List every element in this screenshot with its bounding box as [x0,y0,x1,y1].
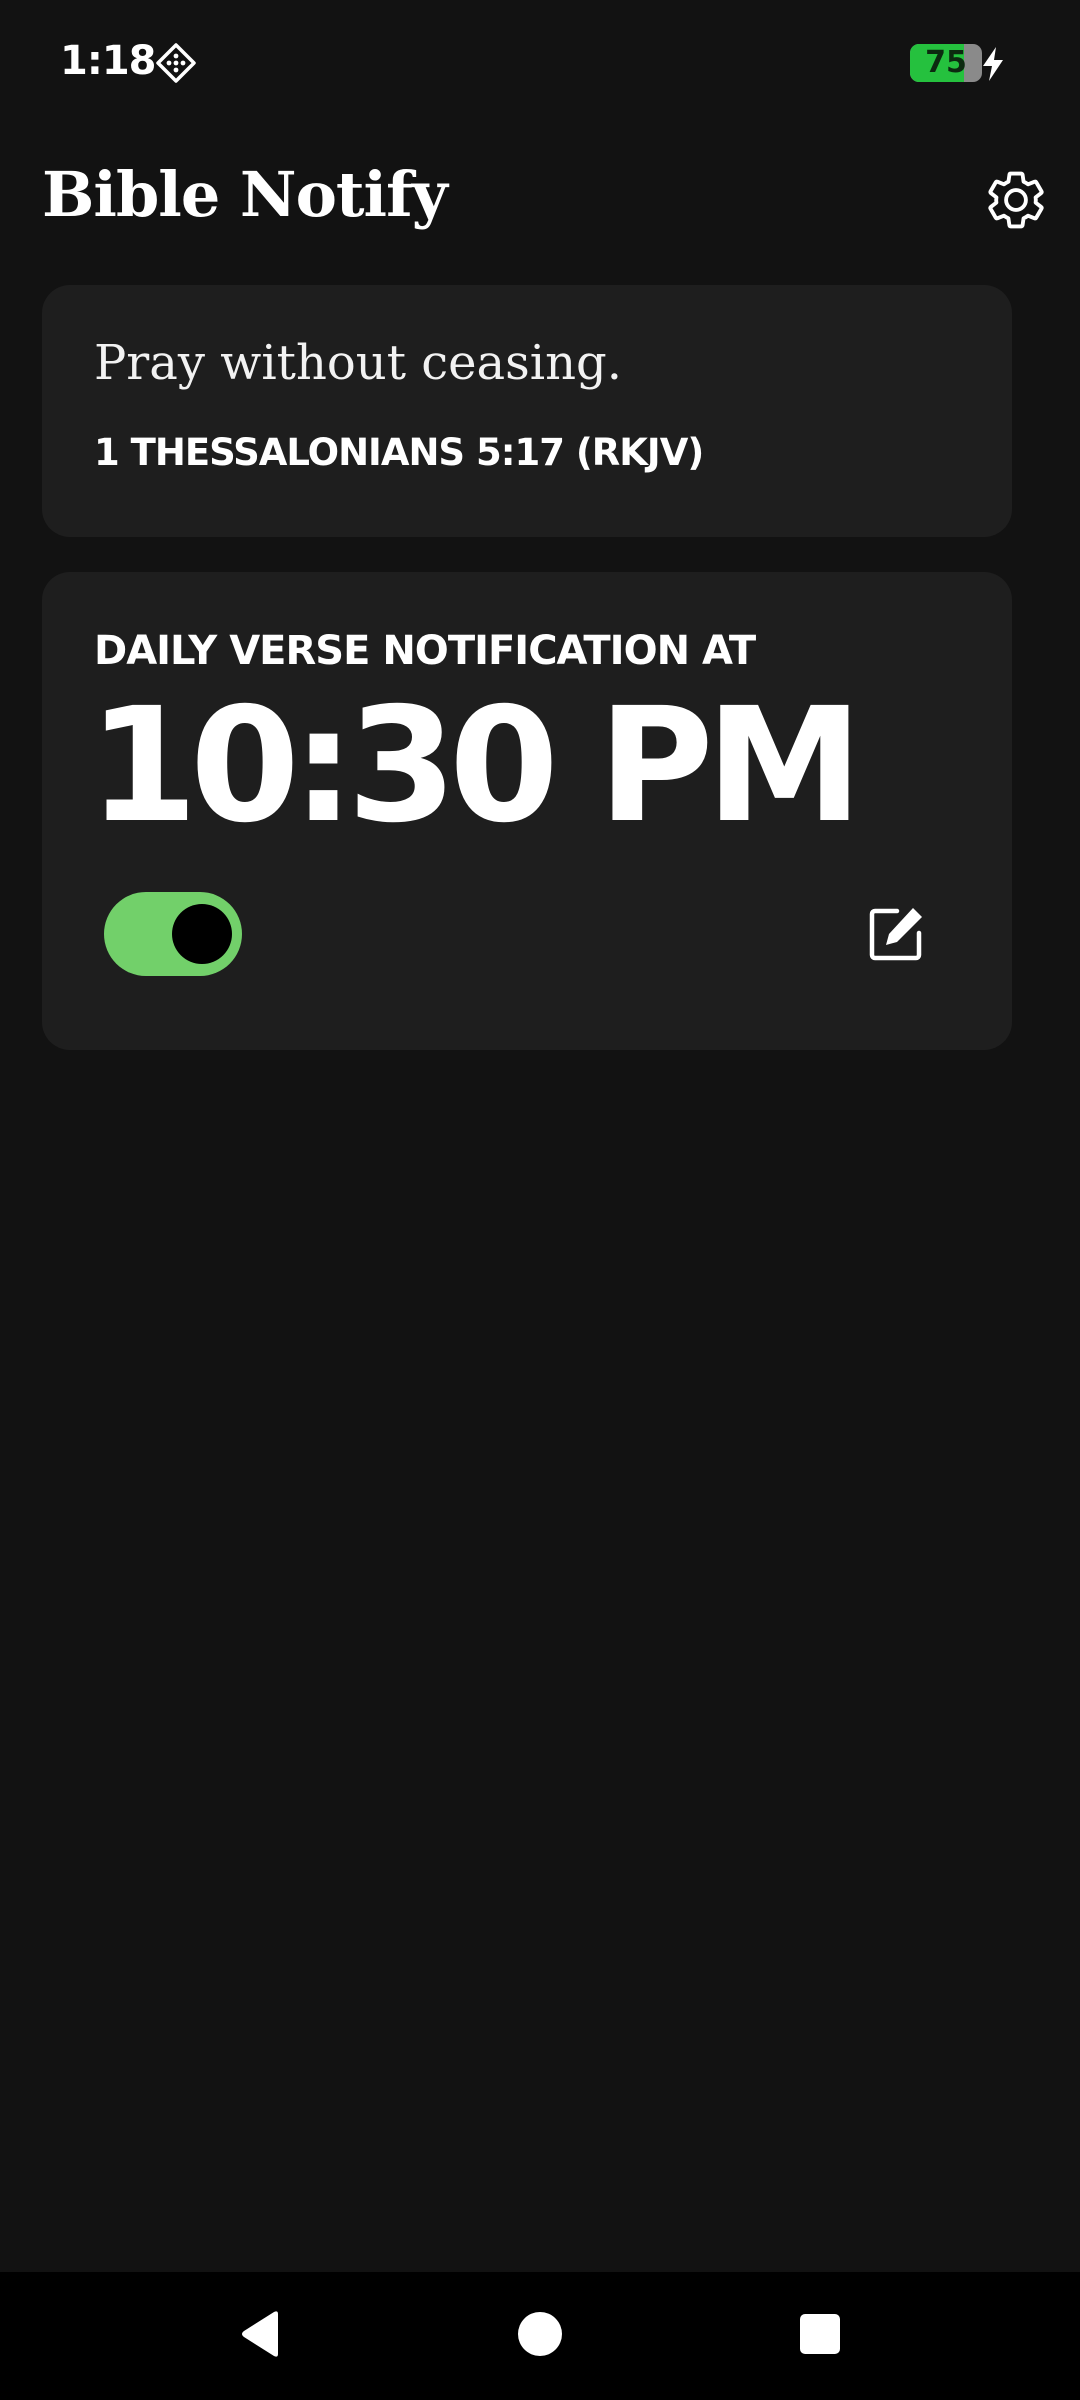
edit-icon [867,905,925,968]
notification-label: DAILY VERSE NOTIFICATION AT [94,628,756,674]
verse-text: Pray without ceasing. [94,335,623,391]
status-bar: 1:18 75 [0,0,1080,120]
edit-time-button[interactable] [860,900,932,972]
notification-card: DAILY VERSE NOTIFICATION AT 10:30 PM [42,572,1012,1050]
back-button[interactable] [200,2272,320,2400]
screen: 1:18 75 Bible Notify Pray without ceasin… [0,0,1080,2400]
back-triangle-icon [238,2310,282,2363]
navigation-bar [0,2272,1080,2400]
gear-icon [983,167,1049,238]
charging-bolt-icon [980,46,1006,82]
verse-reference: 1 THESSALONIANS 5:17 (RKJV) [94,431,704,474]
notification-time: 10:30 PM [88,674,863,858]
recents-button[interactable] [760,2272,880,2400]
app-title: Bible Notify [42,158,448,231]
recents-square-icon [800,2313,840,2359]
home-circle-icon [517,2311,563,2362]
battery-indicator: 75 [910,44,982,82]
verse-card: Pray without ceasing. 1 THESSALONIANS 5:… [42,285,1012,537]
settings-button[interactable] [980,166,1052,238]
battery-level: 75 [925,45,967,80]
toggle-knob [172,904,232,964]
notification-toggle[interactable] [104,892,242,976]
home-button[interactable] [480,2272,600,2400]
notification-app-icon [155,42,197,84]
status-time: 1:18 [60,38,156,84]
